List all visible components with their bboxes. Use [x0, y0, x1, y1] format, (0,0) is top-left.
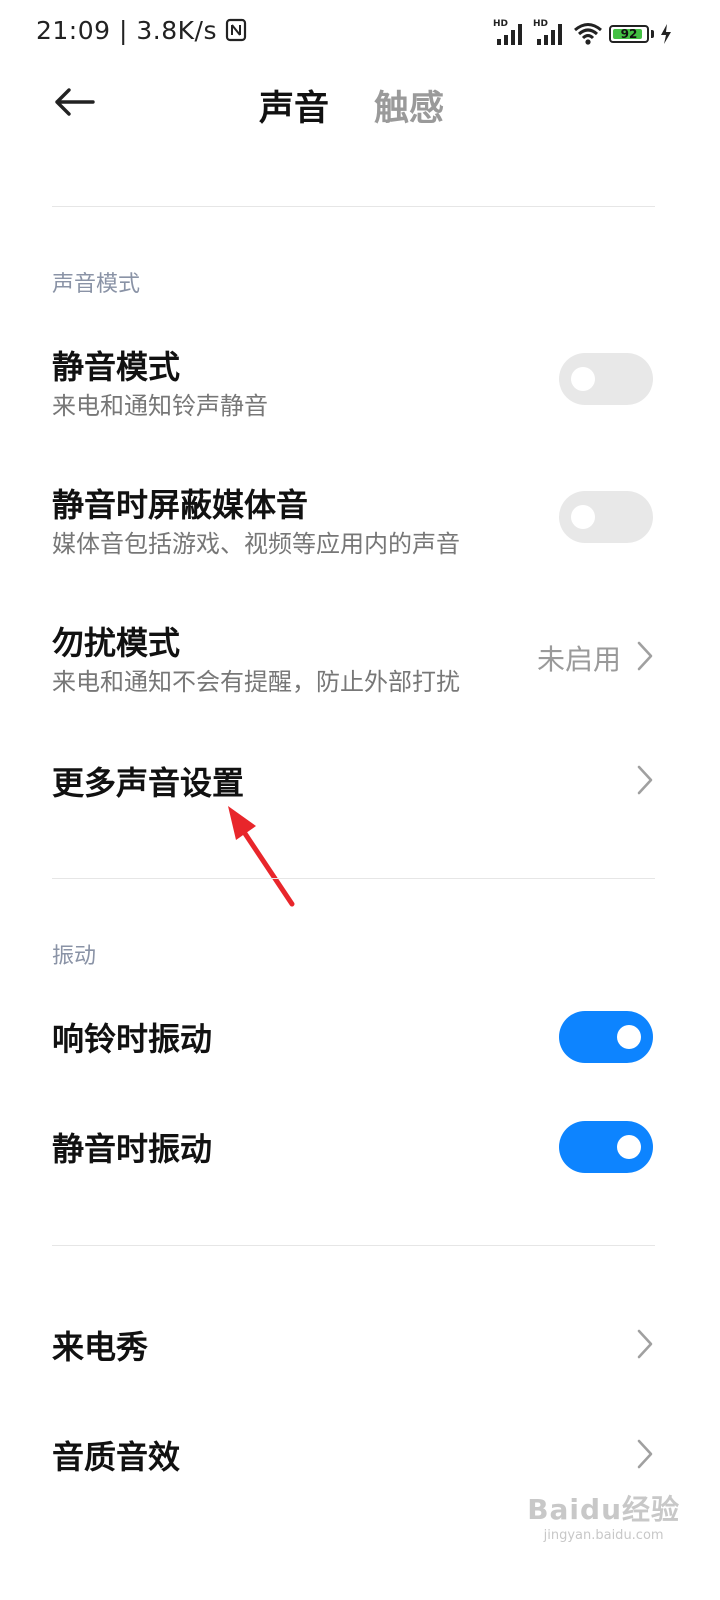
silent-mode-switch[interactable] [559, 353, 653, 405]
vibrate-on-ring-switch[interactable] [559, 1011, 653, 1063]
wifi-icon [573, 21, 603, 47]
baidu-watermark: Baidu经验 jingyan.baidu.com [527, 1488, 680, 1543]
section-title-vibration: 振动 [52, 944, 97, 969]
chevron-right-icon [634, 640, 656, 672]
battery-icon: 92 [609, 25, 649, 43]
divider [52, 206, 655, 207]
row-mute-media[interactable]: 静音时屏蔽媒体音 媒体音包括游戏、视频等应用内的声音 [0, 468, 720, 568]
divider [52, 878, 655, 879]
row-silent-mode[interactable]: 静音模式 来电和通知铃声静音 [0, 330, 720, 430]
row-title: 来电秀 [52, 1328, 149, 1366]
status-bar-time-speed: 21:09 | 3.8K/s [36, 16, 247, 48]
row-vibrate-on-ring[interactable]: 响铃时振动 [0, 998, 720, 1078]
watermark-main: Baidu经验 [527, 1493, 680, 1526]
divider [52, 1245, 655, 1246]
back-arrow-icon [53, 87, 95, 121]
battery-level: 92 [620, 27, 638, 41]
charging-icon [660, 23, 672, 45]
row-title: 音质音效 [52, 1438, 181, 1476]
vibrate-on-silent-switch[interactable] [559, 1121, 653, 1173]
row-subtitle: 来电和通知铃声静音 [52, 392, 268, 420]
row-subtitle: 来电和通知不会有提醒，防止外部打扰 [52, 668, 460, 696]
chevron-right-icon [634, 764, 656, 796]
watermark-sub: jingyan.baidu.com [543, 1528, 664, 1543]
row-title: 响铃时振动 [52, 1020, 213, 1058]
row-title: 静音时屏蔽媒体音 [52, 486, 309, 524]
annotation-arrow-icon [210, 790, 310, 920]
row-subtitle: 媒体音包括游戏、视频等应用内的声音 [52, 530, 460, 558]
chevron-right-icon [634, 1328, 656, 1360]
row-caller-show[interactable]: 来电秀 [0, 1306, 720, 1386]
back-button[interactable] [48, 78, 100, 130]
row-vibrate-on-silent[interactable]: 静音时振动 [0, 1108, 720, 1188]
row-title: 静音模式 [52, 348, 181, 386]
section-title-sound-mode: 声音模式 [52, 272, 141, 297]
status-time: 21:09 [36, 16, 111, 45]
row-title: 静音时振动 [52, 1130, 213, 1168]
row-more-sound-settings[interactable]: 更多声音设置 [0, 740, 720, 820]
tab-sound[interactable]: 声音 [259, 80, 329, 131]
row-sound-quality-effects[interactable]: 音质音效 [0, 1416, 720, 1496]
row-title: 勿扰模式 [52, 624, 181, 662]
dnd-status-value: 未启用 [536, 643, 621, 676]
signal-icon: HD [533, 19, 567, 47]
chevron-right-icon [634, 1438, 656, 1470]
network-speed: 3.8K/s [136, 16, 217, 45]
tab-haptics[interactable]: 触感 [374, 80, 444, 131]
status-icons: HD HD 92 [493, 19, 672, 48]
mute-media-switch[interactable] [559, 491, 653, 543]
row-do-not-disturb[interactable]: 勿扰模式 来电和通知不会有提醒，防止外部打扰 未启用 [0, 606, 720, 706]
signal-icon: HD [493, 19, 527, 47]
nfc-icon [225, 18, 247, 48]
